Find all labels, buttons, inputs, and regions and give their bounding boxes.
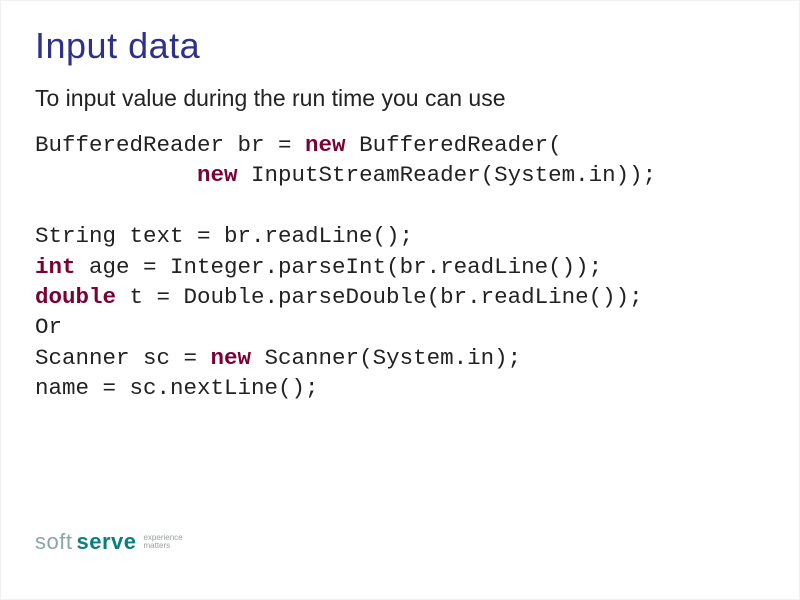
logo-soft: soft [35, 529, 72, 555]
code-indent [35, 162, 197, 188]
logo: softserve experience matters [35, 529, 183, 555]
keyword-new-1: new [305, 132, 346, 158]
code-line-8a: Scanner sc = [35, 345, 211, 371]
logo-tagline: experience matters [143, 534, 182, 550]
code-block: BufferedReader br = new BufferedReader( … [35, 130, 765, 403]
slide-title: Input data [35, 25, 765, 67]
code-line-9: name = sc.nextLine(); [35, 375, 319, 401]
code-line-7: Or [35, 314, 62, 340]
slide: Input data To input value during the run… [0, 0, 800, 600]
keyword-new-3: new [211, 345, 252, 371]
logo-tag-line2: matters [143, 542, 182, 550]
code-line-6b: t = Double.parseDouble(br.readLine()); [116, 284, 643, 310]
keyword-new-2: new [197, 162, 238, 188]
code-line-8b: Scanner(System.in); [251, 345, 521, 371]
code-line-4: String text = br.readLine(); [35, 223, 413, 249]
keyword-double: double [35, 284, 116, 310]
code-line-5b: age = Integer.parseInt(br.readLine()); [76, 254, 603, 280]
code-line-1b: BufferedReader( [346, 132, 562, 158]
code-line-2b: InputStreamReader(System.in)); [238, 162, 657, 188]
logo-serve: serve [76, 529, 136, 555]
code-line-1a: BufferedReader br = [35, 132, 305, 158]
keyword-int: int [35, 254, 76, 280]
intro-text: To input value during the run time you c… [35, 85, 765, 112]
